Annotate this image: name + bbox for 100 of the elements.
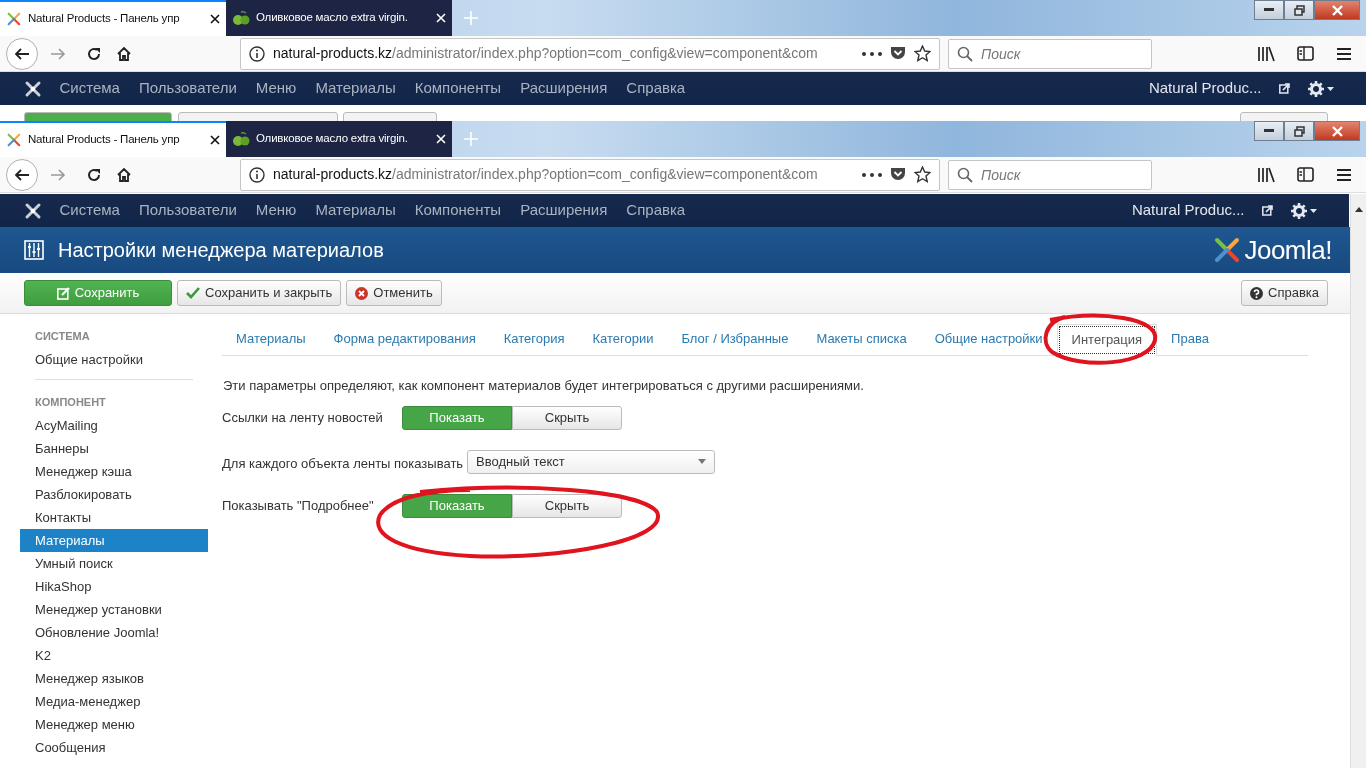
menu-link[interactable]: Пользователи — [129, 199, 247, 222]
more-icon[interactable] — [862, 51, 882, 56]
tab[interactable]: Общие настройки — [920, 323, 1057, 355]
external-link-icon[interactable] — [1279, 83, 1290, 94]
menu-link[interactable]: Пользователи — [129, 77, 247, 100]
menu-link[interactable]: Меню — [246, 77, 306, 100]
sidebar-item[interactable]: Менеджер кэша — [20, 460, 208, 483]
menu-link[interactable]: Материалы — [305, 199, 406, 222]
menu-icon[interactable] — [1336, 46, 1352, 61]
sidebar-item[interactable]: Медиа-менеджер — [20, 690, 208, 713]
home-icon[interactable] — [116, 45, 132, 62]
library-icon[interactable] — [1257, 166, 1275, 183]
sidebar-item[interactable]: Контакты — [20, 506, 208, 529]
sidebar-icon[interactable] — [1297, 167, 1314, 182]
star-icon[interactable] — [914, 166, 931, 183]
olive-icon — [232, 131, 250, 147]
minimize-icon — [1264, 8, 1274, 12]
reload-icon[interactable] — [86, 45, 102, 62]
forward-arrow-icon[interactable] — [50, 167, 66, 182]
reload-icon[interactable] — [86, 166, 102, 183]
toolbar-button[interactable]: Сохранить и закрыть — [177, 280, 342, 306]
address-bar[interactable]: natural-products.kz/administrator/index.php?option=com_config&view=component&com — [240, 37, 940, 70]
scrollbar[interactable] — [1350, 194, 1366, 768]
sidebar-icon[interactable] — [1297, 46, 1314, 61]
menu-link[interactable]: Система — [50, 199, 130, 222]
more-icon[interactable] — [862, 172, 882, 177]
external-link-icon[interactable] — [1262, 205, 1273, 216]
caret-icon — [698, 459, 707, 464]
restore-button[interactable] — [1284, 121, 1314, 141]
browser-tab[interactable]: Natural Products - Панель упр — [0, 0, 226, 36]
menu-link[interactable]: Меню — [246, 199, 306, 222]
close-window-button[interactable] — [1314, 0, 1360, 20]
field-label: Показывать "Подробнее" — [222, 496, 375, 515]
sidebar-item[interactable]: Обновление Joomla! — [20, 621, 208, 644]
help-icon — [1250, 286, 1263, 300]
menu-link[interactable]: Справка — [616, 199, 695, 222]
menu-link[interactable]: Справка — [616, 77, 695, 100]
star-icon[interactable] — [914, 45, 931, 62]
toggle-option[interactable]: Скрыть — [512, 493, 622, 518]
joomla-logo-icon — [6, 11, 22, 27]
menu-link[interactable]: Материалы — [305, 77, 406, 100]
tab[interactable]: Макеты списка — [802, 323, 921, 355]
close-icon[interactable] — [210, 14, 220, 24]
sidebar-item[interactable]: Умный поиск — [20, 552, 208, 575]
tab[interactable]: Интеграция — [1056, 324, 1158, 356]
browser-tab[interactable]: Natural Products - Панель упр — [0, 121, 226, 157]
sidebar-heading: СИСТЕМА — [34, 328, 91, 344]
close-icon[interactable] — [210, 135, 220, 145]
tab[interactable]: Права — [1157, 323, 1223, 355]
minimize-button[interactable] — [1254, 0, 1284, 20]
tab[interactable]: Категории — [578, 323, 668, 355]
sidebar-heading: КОМПОНЕНТ — [34, 394, 107, 410]
shield-icon[interactable] — [890, 46, 906, 61]
tab[interactable]: Категория — [489, 323, 579, 355]
sidebar-item[interactable]: Менеджер языков — [20, 667, 208, 690]
tab[interactable]: Блог / Избранные — [667, 323, 803, 355]
close-icon — [1331, 4, 1343, 16]
sidebar-item[interactable]: Материалы — [20, 529, 208, 552]
home-icon[interactable] — [116, 166, 132, 183]
site-link[interactable]: Natural Produc... — [1122, 199, 1254, 222]
help-button[interactable]: Справка — [1241, 280, 1328, 306]
dropdown[interactable]: Вводный текст — [467, 449, 716, 474]
back-button[interactable] — [6, 158, 38, 191]
sidebar-item[interactable]: K2 — [20, 644, 208, 667]
field-label: Для каждого объекта ленты показывать — [222, 454, 465, 473]
sidebar-item[interactable]: Менеджер установки — [20, 598, 208, 621]
address-bar[interactable]: natural-products.kz/administrator/index.php?option=com_config&view=component&com — [240, 158, 940, 191]
sidebar-item[interactable]: Общие настройки — [20, 348, 208, 371]
settings-icon[interactable] — [1308, 80, 1334, 97]
back-button[interactable] — [6, 37, 38, 70]
search-field[interactable]: Поиск — [948, 38, 1152, 69]
settings-icon[interactable] — [1291, 202, 1317, 219]
browser-tab[interactable]: Оливковое масло extra virgin. — [226, 0, 452, 36]
site-link[interactable]: Natural Produc... — [1139, 77, 1271, 100]
menu-link[interactable]: Компоненты — [405, 77, 511, 100]
tab[interactable]: Материалы — [222, 323, 320, 355]
menu-link[interactable]: Система — [50, 77, 130, 100]
restore-button[interactable] — [1284, 0, 1314, 20]
menu-link[interactable]: Расширения — [510, 199, 617, 222]
search-icon — [957, 166, 973, 183]
browser-tab[interactable]: Оливковое масло extra virgin. — [226, 121, 452, 157]
restore-icon — [1293, 125, 1305, 137]
forward-arrow-icon[interactable] — [50, 46, 66, 61]
close-window-button[interactable] — [1314, 121, 1360, 141]
sidebar-item[interactable]: Сообщения — [20, 736, 208, 759]
menu-icon[interactable] — [1336, 167, 1352, 182]
sidebar-item[interactable]: AcyMailing — [20, 414, 208, 437]
toggle-option[interactable]: Скрыть — [512, 405, 622, 430]
sidebar-item[interactable]: HikaShop — [20, 575, 208, 598]
sidebar-item[interactable]: Баннеры — [20, 437, 208, 460]
search-field[interactable]: Поиск — [948, 159, 1152, 190]
sidebar-item[interactable]: Разблокировать — [20, 483, 208, 506]
toolbar-button[interactable]: Отменить — [346, 280, 442, 306]
menu-link[interactable]: Расширения — [510, 77, 617, 100]
minimize-button[interactable] — [1254, 121, 1284, 141]
tab[interactable]: Форма редактирования — [319, 323, 490, 355]
menu-link[interactable]: Компоненты — [405, 199, 511, 222]
shield-icon[interactable] — [890, 167, 906, 182]
sidebar-item[interactable]: Менеджер меню — [20, 713, 208, 736]
library-icon[interactable] — [1257, 45, 1275, 62]
